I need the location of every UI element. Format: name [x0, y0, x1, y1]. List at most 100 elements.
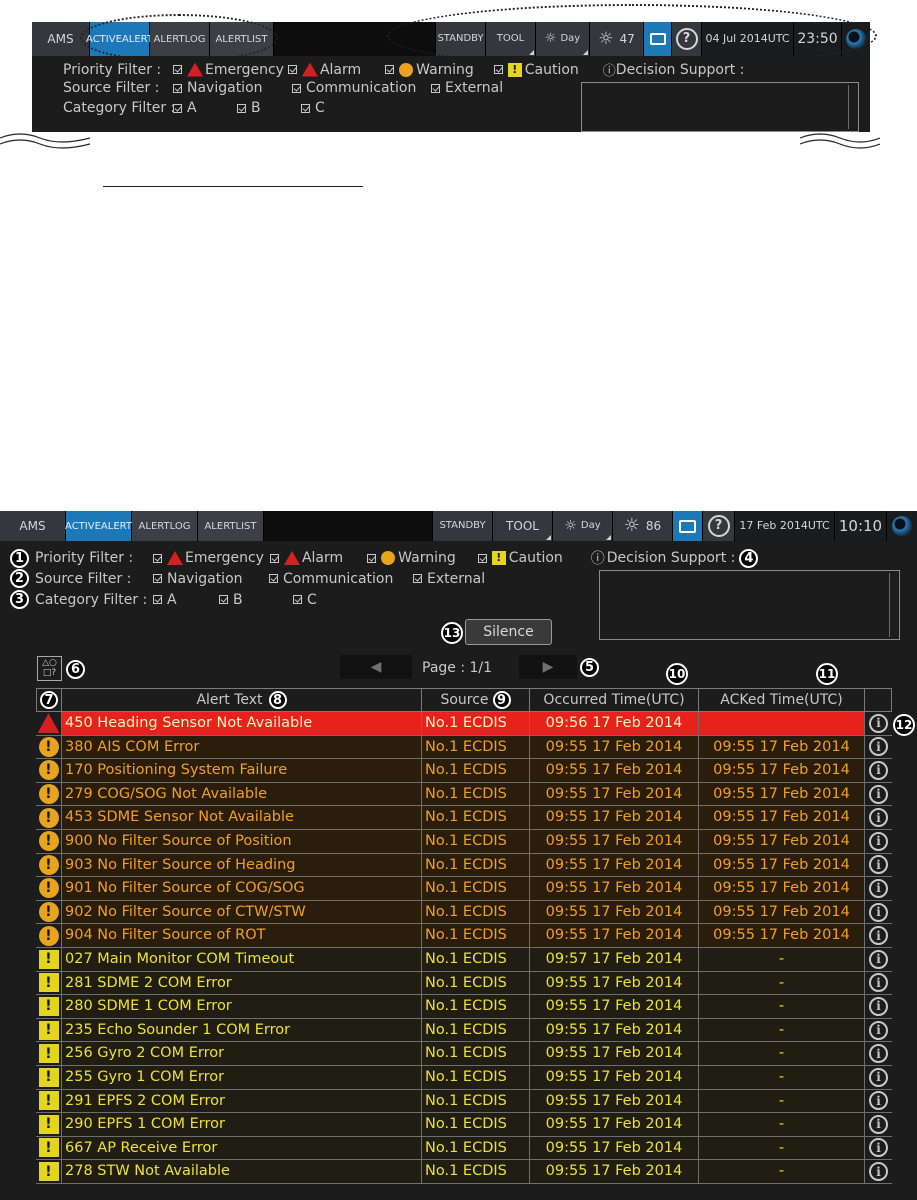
table-row[interactable]: ! 255 Gyro 1 COM Error No.1 ECDIS 09:55 17 …: [36, 1065, 892, 1090]
occurred-time-cell: 09:57 17 Feb 2014: [530, 947, 699, 971]
external-checkbox[interactable]: [413, 574, 422, 583]
info-button[interactable]: i: [865, 1136, 892, 1160]
dropdown-corner-icon: [606, 535, 611, 540]
decision-support-box: [599, 570, 900, 640]
info-button[interactable]: i: [865, 995, 892, 1018]
tab-active-alert[interactable]: ACTIVE ALERT: [65, 511, 132, 541]
navigation-checkbox[interactable]: [173, 83, 182, 93]
info-button[interactable]: i: [865, 947, 892, 971]
warning-checkbox[interactable]: [385, 65, 395, 74]
table-row[interactable]: ! 380 AIS COM Error No.1 ECDIS 09:55 17 Feb…: [36, 735, 892, 760]
alarm-checkbox[interactable]: [287, 65, 297, 74]
caution-icon: !: [38, 996, 59, 1016]
info-button[interactable]: i: [865, 735, 892, 759]
info-button[interactable]: i: [865, 1018, 892, 1042]
day-night-button[interactable]: ☼ Day: [553, 511, 613, 541]
info-icon: i: [869, 996, 888, 1016]
header-occurred[interactable]: Occurred Time(UTC): [530, 688, 699, 712]
acked-time-cell: 09:55 17 Feb 2014: [699, 759, 865, 782]
table-row[interactable]: ! 235 Echo Sounder 1 COM Error No.1 ECDIS 0…: [36, 1018, 892, 1043]
category-a-checkbox[interactable]: [173, 103, 182, 113]
info-button[interactable]: i: [865, 759, 892, 782]
table-row[interactable]: ! 279 COG/SOG Not Available No.1 ECDIS 09:5…: [36, 782, 892, 807]
external-checkbox[interactable]: [431, 83, 440, 93]
alert-type-cell: !: [36, 1018, 62, 1042]
table-row[interactable]: ! 291 EPFS 2 COM Error No.1 ECDIS 09:55 17 …: [36, 1089, 892, 1114]
table-row[interactable]: ! 453 SDME Sensor Not Available No.1 ECDIS…: [36, 806, 892, 830]
info-button[interactable]: i: [865, 1113, 892, 1136]
communication-checkbox[interactable]: [292, 83, 301, 93]
table-row[interactable]: ! 281 SDME 2 COM Error No.1 ECDIS 09:55 17 …: [36, 971, 892, 996]
table-row[interactable]: ! 278 STW Not Available No.1 ECDIS 09:55 17…: [36, 1160, 892, 1184]
table-row[interactable]: ! 170 Positioning System Failure No.1 ECDI…: [36, 759, 892, 783]
table-row[interactable]: ! 290 EPFS 1 COM Error No.1 ECDIS 09:55 17 …: [36, 1113, 892, 1137]
standby-button[interactable]: STANDBY: [433, 511, 493, 541]
warning-checkbox[interactable]: [367, 553, 377, 563]
caution-checkbox[interactable]: [477, 553, 487, 563]
page-next-button[interactable]: ▶: [519, 655, 577, 679]
alert-text-cell: 235 Echo Sounder 1 COM Error: [62, 1018, 422, 1042]
category-c-checkbox[interactable]: [293, 595, 302, 604]
scrollbar[interactable]: [889, 573, 897, 637]
info-button[interactable]: i: [865, 853, 892, 877]
callout-6: 6: [66, 660, 85, 679]
table-row[interactable]: 450 Heading Sensor Not Available No.1 ECD…: [36, 712, 892, 736]
help-button[interactable]: ?: [703, 511, 735, 541]
table-row[interactable]: ! 667 AP Receive Error No.1 ECDIS 09:55 17 …: [36, 1136, 892, 1161]
category-b-checkbox[interactable]: [237, 103, 246, 113]
tool-button[interactable]: TOOL: [493, 511, 553, 541]
table-row[interactable]: ! 280 SDME 1 COM Error No.1 ECDIS 09:55 17 …: [36, 995, 892, 1019]
category-a-checkbox[interactable]: [153, 595, 162, 604]
caution-icon: !: [38, 1020, 59, 1040]
tab-alert-log[interactable]: ALERT LOG: [132, 511, 198, 541]
info-button[interactable]: i: [865, 900, 892, 924]
communication-checkbox[interactable]: [269, 574, 278, 583]
ams-button[interactable]: AMS: [0, 511, 66, 541]
tab-alert-list[interactable]: ALERT LIST: [198, 511, 264, 541]
info-button[interactable]: i: [865, 829, 892, 853]
header-alert-text[interactable]: Alert Text 8: [62, 688, 422, 712]
table-row[interactable]: ! 904 No Filter Source of ROT No.1 ECDIS 09…: [36, 924, 892, 948]
category-b-checkbox[interactable]: [219, 595, 228, 604]
acked-time-cell: 09:55 17 Feb 2014: [699, 877, 865, 900]
navigation-checkbox[interactable]: [153, 574, 162, 583]
brightness-value: 86: [645, 519, 662, 533]
info-icon: i: [869, 878, 888, 898]
info-button[interactable]: i: [865, 971, 892, 995]
info-icon: i: [869, 737, 888, 757]
page-prev-button[interactable]: ◀: [340, 655, 412, 679]
category-c-label: C: [307, 591, 317, 608]
caution-checkbox[interactable]: [493, 65, 503, 74]
info-button[interactable]: i: [865, 806, 892, 829]
info-button[interactable]: i: [865, 1160, 892, 1183]
help-icon: ?: [707, 515, 730, 537]
info-button[interactable]: i: [865, 1065, 892, 1089]
screenshot-button[interactable]: [673, 511, 703, 541]
table-row[interactable]: ! 027 Main Monitor COM Timeout No.1 ECDIS 0…: [36, 947, 892, 972]
info-button[interactable]: i: [865, 877, 892, 900]
category-c-checkbox[interactable]: [301, 103, 310, 113]
info-button[interactable]: i: [865, 782, 892, 806]
info-button[interactable]: i: [865, 1089, 892, 1113]
header-acked[interactable]: ACKed Time(UTC): [699, 688, 865, 712]
table-row[interactable]: ! 902 No Filter Source of CTW/STW No.1 ECD…: [36, 900, 892, 925]
source-cell: No.1 ECDIS: [422, 782, 530, 806]
display-mode-icon[interactable]: △○ □?: [37, 656, 62, 681]
brightness-button[interactable]: ☼ 86: [613, 511, 673, 541]
alarm-label: Alarm: [301, 550, 344, 566]
emergency-checkbox[interactable]: [153, 553, 162, 563]
source-cell: No.1 ECDIS: [422, 829, 530, 853]
table-row[interactable]: ! 256 Gyro 2 COM Error No.1 ECDIS 09:55 17 …: [36, 1042, 892, 1066]
table-row[interactable]: ! 900 No Filter Source of Position No.1 EC…: [36, 829, 892, 854]
silence-button[interactable]: Silence: [465, 619, 552, 645]
alert-type-cell: !: [36, 806, 62, 829]
emergency-checkbox[interactable]: [173, 65, 182, 74]
alarm-checkbox[interactable]: [269, 553, 279, 563]
info-button[interactable]: i: [865, 712, 892, 735]
table-row[interactable]: ! 903 No Filter Source of Heading No.1 ECD…: [36, 853, 892, 878]
info-button[interactable]: i: [865, 924, 892, 947]
table-row[interactable]: ! 901 No Filter Source of COG/SOG No.1 ECD…: [36, 877, 892, 901]
scrollbar[interactable]: [848, 85, 856, 129]
header-source[interactable]: Source 9: [422, 688, 530, 712]
info-button[interactable]: i: [865, 1042, 892, 1065]
